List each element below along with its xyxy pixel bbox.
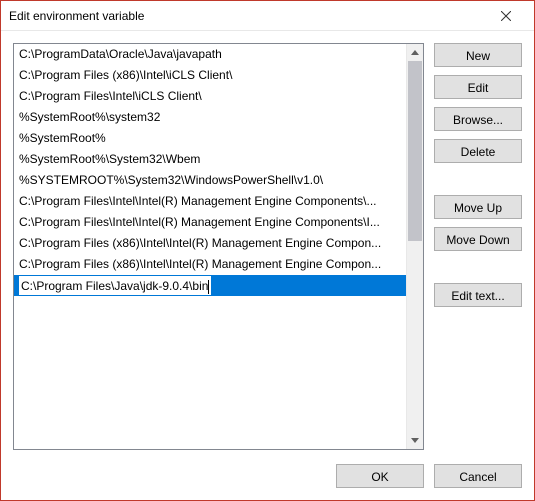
delete-button[interactable]: Delete [434, 139, 522, 163]
text-caret [208, 280, 209, 294]
dialog-body: C:\ProgramData\Oracle\Java\javapathC:\Pr… [1, 31, 534, 500]
list-item-editing[interactable]: C:\Program Files\Java\jdk-9.0.4\bin [14, 275, 406, 296]
new-button[interactable]: New [434, 43, 522, 67]
chevron-down-icon [411, 438, 419, 443]
list-item[interactable]: C:\Program Files\Intel\iCLS Client\ [14, 86, 406, 107]
browse-button[interactable]: Browse... [434, 107, 522, 131]
scroll-up-button[interactable] [407, 44, 423, 61]
scroll-track[interactable] [407, 61, 423, 432]
path-edit-input[interactable]: C:\Program Files\Java\jdk-9.0.4\bin [19, 276, 211, 295]
scroll-thumb[interactable] [408, 61, 422, 241]
cancel-button[interactable]: Cancel [434, 464, 522, 488]
button-column: New Edit Browse... Delete Move Up Move D… [434, 43, 522, 450]
list-item[interactable]: %SystemRoot%\System32\Wbem [14, 149, 406, 170]
dialog-title: Edit environment variable [9, 9, 486, 23]
list-item[interactable]: C:\Program Files (x86)\Intel\iCLS Client… [14, 65, 406, 86]
move-down-button[interactable]: Move Down [434, 227, 522, 251]
path-listbox[interactable]: C:\ProgramData\Oracle\Java\javapathC:\Pr… [13, 43, 424, 450]
bottom-row: OK Cancel [13, 450, 522, 488]
list-item[interactable]: C:\Program Files\Intel\Intel(R) Manageme… [14, 212, 406, 233]
ok-button[interactable]: OK [336, 464, 424, 488]
close-button[interactable] [486, 2, 526, 30]
close-icon [501, 11, 511, 21]
list-item[interactable]: %SystemRoot%\system32 [14, 107, 406, 128]
list-item[interactable]: C:\Program Files (x86)\Intel\Intel(R) Ma… [14, 233, 406, 254]
list-item[interactable]: C:\Program Files (x86)\Intel\Intel(R) Ma… [14, 254, 406, 275]
edit-text-button[interactable]: Edit text... [434, 283, 522, 307]
chevron-up-icon [411, 50, 419, 55]
list-item[interactable]: C:\Program Files\Intel\Intel(R) Manageme… [14, 191, 406, 212]
list-item[interactable]: C:\ProgramData\Oracle\Java\javapath [14, 44, 406, 65]
edit-button[interactable]: Edit [434, 75, 522, 99]
list-item[interactable]: %SystemRoot% [14, 128, 406, 149]
main-row: C:\ProgramData\Oracle\Java\javapathC:\Pr… [13, 43, 522, 450]
edit-env-var-dialog: Edit environment variable C:\ProgramData… [0, 0, 535, 501]
scrollbar[interactable] [406, 44, 423, 449]
titlebar: Edit environment variable [1, 1, 534, 31]
scroll-down-button[interactable] [407, 432, 423, 449]
move-up-button[interactable]: Move Up [434, 195, 522, 219]
list-item[interactable]: %SYSTEMROOT%\System32\WindowsPowerShell\… [14, 170, 406, 191]
